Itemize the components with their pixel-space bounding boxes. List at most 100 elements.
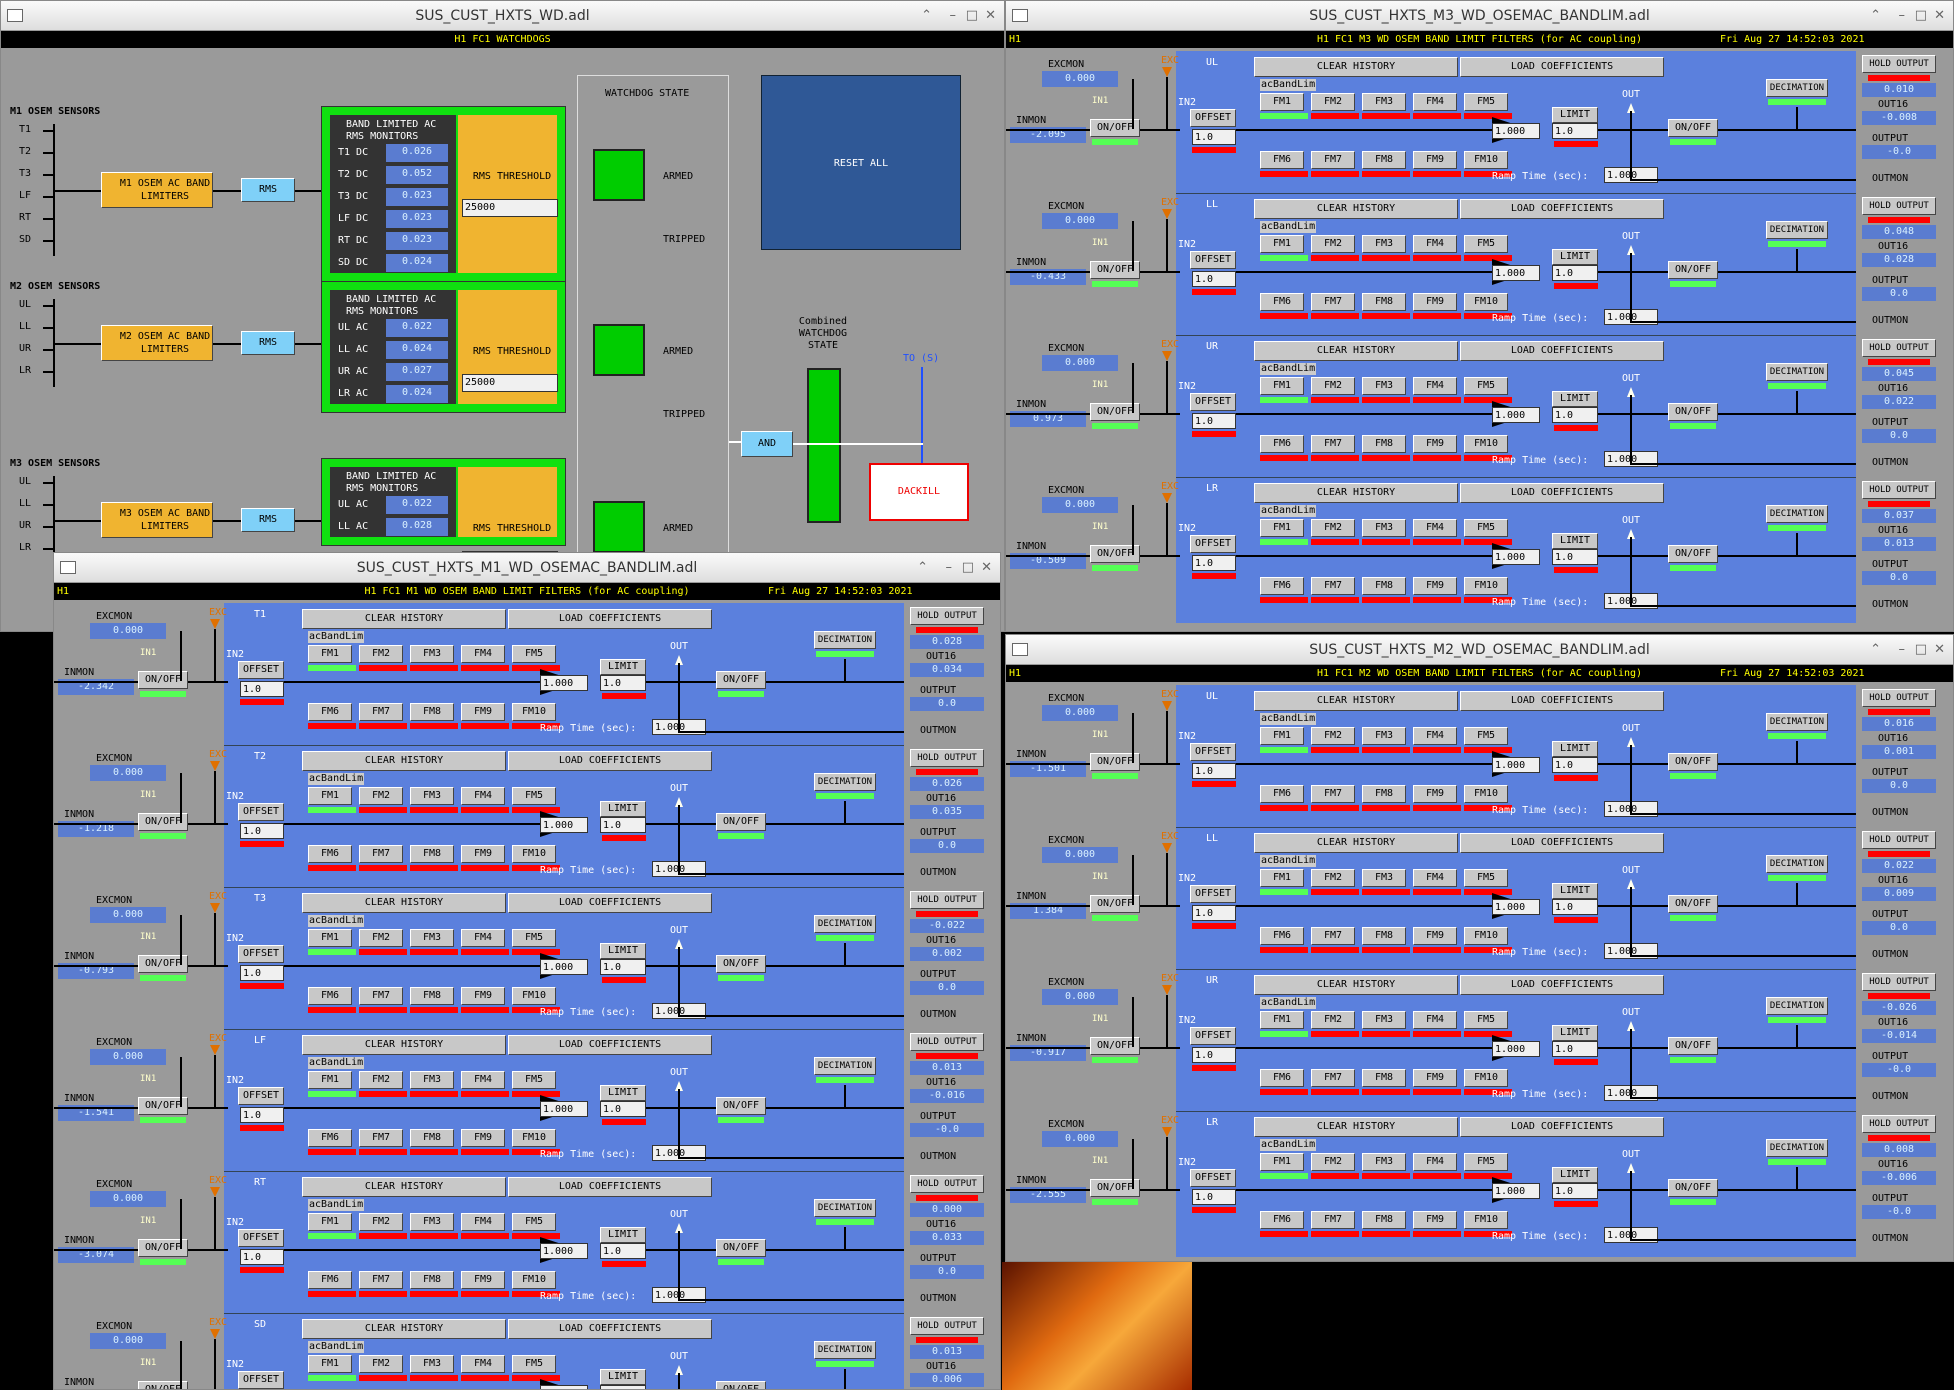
limiter-block[interactable]: M1 OSEM AC BAND LIMITERS: [101, 172, 213, 208]
limit-button[interactable]: LIMIT: [600, 1227, 646, 1243]
hold-output-button[interactable]: HOLD OUTPUT: [910, 891, 984, 909]
hold-output-button[interactable]: HOLD OUTPUT: [1862, 339, 1936, 357]
filter-fm-button[interactable]: FM1: [308, 1355, 352, 1373]
gain-input[interactable]: 1.000: [1492, 123, 1540, 139]
maximize-icon[interactable]: □: [1915, 635, 1927, 665]
load-coefficients-button[interactable]: LOAD COEFFICIENTS: [508, 893, 712, 913]
filter-fm-button[interactable]: FM6: [308, 987, 352, 1005]
load-coefficients-button[interactable]: LOAD COEFFICIENTS: [508, 1035, 712, 1055]
decimation-button[interactable]: DECIMATION: [814, 1341, 876, 1359]
filter-fm-button[interactable]: FM2: [359, 1213, 403, 1231]
filter-fm-button[interactable]: FM1: [1260, 93, 1304, 111]
filter-fm-button[interactable]: FM5: [1464, 727, 1508, 745]
limit-button[interactable]: LIMIT: [600, 943, 646, 959]
hold-output-button[interactable]: HOLD OUTPUT: [910, 607, 984, 625]
filter-fm-button[interactable]: FM8: [1362, 293, 1406, 311]
filter-fm-button[interactable]: FM3: [1362, 377, 1406, 395]
load-coefficients-button[interactable]: LOAD COEFFICIENTS: [1460, 199, 1664, 219]
limit-button[interactable]: LIMIT: [1552, 741, 1598, 757]
filter-fm-button[interactable]: FM5: [1464, 1153, 1508, 1171]
filter-fm-button[interactable]: FM8: [1362, 151, 1406, 169]
filter-fm-button[interactable]: FM5: [1464, 1011, 1508, 1029]
filter-fm-button[interactable]: FM7: [1311, 151, 1355, 169]
hold-output-button[interactable]: HOLD OUTPUT: [1862, 973, 1936, 991]
filter-fm-button[interactable]: FM10: [512, 845, 556, 863]
hold-output-button[interactable]: HOLD OUTPUT: [1862, 481, 1936, 499]
filter-fm-button[interactable]: FM1: [1260, 377, 1304, 395]
limit-button[interactable]: LIMIT: [1552, 533, 1598, 549]
filter-fm-button[interactable]: FM8: [1362, 785, 1406, 803]
limit-input[interactable]: 1.0: [600, 959, 646, 975]
decimation-button[interactable]: DECIMATION: [1766, 79, 1828, 97]
offset-button[interactable]: OFFSET: [238, 661, 284, 679]
limit-input[interactable]: 1.0: [1552, 123, 1598, 139]
filter-fm-button[interactable]: FM9: [1413, 577, 1457, 595]
gain-input[interactable]: 1.000: [1492, 1183, 1540, 1199]
gain-input[interactable]: 1.000: [540, 959, 588, 975]
filter-fm-button[interactable]: FM10: [1464, 927, 1508, 945]
output-onoff-button[interactable]: ON/OFF: [1668, 1179, 1718, 1197]
filter-fm-button[interactable]: FM5: [512, 929, 556, 947]
clear-history-button[interactable]: CLEAR HISTORY: [302, 1319, 506, 1339]
filter-fm-button[interactable]: FM1: [308, 645, 352, 663]
hold-output-button[interactable]: HOLD OUTPUT: [1862, 689, 1936, 707]
filter-fm-button[interactable]: FM3: [1362, 869, 1406, 887]
output-onoff-button[interactable]: ON/OFF: [716, 1381, 766, 1389]
filter-fm-button[interactable]: FM2: [1311, 93, 1355, 111]
window-titlebar[interactable]: SUS_CUST_HXTS_M1_WD_OSEMAC_BANDLIM.adl ⌃ –…: [54, 553, 1000, 583]
close-icon[interactable]: ✕: [1934, 1, 1945, 31]
filter-fm-button[interactable]: FM5: [1464, 869, 1508, 887]
maximize-icon[interactable]: □: [966, 1, 978, 31]
minimize-icon[interactable]: –: [1899, 1, 1906, 31]
filter-fm-button[interactable]: FM2: [1311, 377, 1355, 395]
output-onoff-button[interactable]: ON/OFF: [716, 671, 766, 689]
filter-fm-button[interactable]: FM4: [1413, 869, 1457, 887]
filter-fm-button[interactable]: FM10: [1464, 1069, 1508, 1087]
offset-input[interactable]: 1.0: [1192, 1189, 1236, 1205]
output-onoff-button[interactable]: ON/OFF: [1668, 545, 1718, 563]
clear-history-button[interactable]: CLEAR HISTORY: [1254, 975, 1458, 995]
clear-history-button[interactable]: CLEAR HISTORY: [1254, 1117, 1458, 1137]
filter-fm-button[interactable]: FM2: [1311, 869, 1355, 887]
decimation-button[interactable]: DECIMATION: [1766, 855, 1828, 873]
filter-fm-button[interactable]: FM8: [410, 1129, 454, 1147]
filter-fm-button[interactable]: FM7: [1311, 435, 1355, 453]
limit-button[interactable]: LIMIT: [600, 659, 646, 675]
gain-input[interactable]: 1.000: [540, 817, 588, 833]
offset-input[interactable]: 1.0: [1192, 271, 1236, 287]
filter-fm-button[interactable]: FM5: [512, 645, 556, 663]
filter-fm-button[interactable]: FM9: [461, 703, 505, 721]
filter-fm-button[interactable]: FM4: [461, 645, 505, 663]
filter-fm-button[interactable]: FM6: [1260, 577, 1304, 595]
offset-button[interactable]: OFFSET: [238, 945, 284, 963]
filter-fm-button[interactable]: FM6: [1260, 927, 1304, 945]
filter-fm-button[interactable]: FM10: [512, 703, 556, 721]
filter-fm-button[interactable]: FM7: [1311, 293, 1355, 311]
filter-fm-button[interactable]: FM3: [410, 645, 454, 663]
decimation-button[interactable]: DECIMATION: [1766, 1139, 1828, 1157]
filter-fm-button[interactable]: FM8: [410, 845, 454, 863]
filter-fm-button[interactable]: FM10: [512, 987, 556, 1005]
filter-fm-button[interactable]: FM8: [1362, 577, 1406, 595]
filter-fm-button[interactable]: FM7: [1311, 927, 1355, 945]
decimation-button[interactable]: DECIMATION: [814, 631, 876, 649]
offset-input[interactable]: 1.0: [240, 965, 284, 981]
offset-input[interactable]: 1.0: [240, 823, 284, 839]
shade-icon[interactable]: ⌃: [921, 1, 932, 31]
offset-button[interactable]: OFFSET: [238, 803, 284, 821]
offset-input[interactable]: 1.0: [1192, 763, 1236, 779]
close-icon[interactable]: ✕: [985, 1, 996, 31]
offset-input[interactable]: 1.0: [1192, 129, 1236, 145]
gain-input[interactable]: 1.000: [540, 1243, 588, 1259]
load-coefficients-button[interactable]: LOAD COEFFICIENTS: [508, 751, 712, 771]
filter-fm-button[interactable]: FM9: [461, 845, 505, 863]
decimation-button[interactable]: DECIMATION: [1766, 713, 1828, 731]
filter-fm-button[interactable]: FM1: [1260, 1153, 1304, 1171]
maximize-icon[interactable]: □: [962, 553, 974, 583]
threshold-input[interactable]: 25000: [462, 199, 558, 217]
filter-fm-button[interactable]: FM6: [308, 703, 352, 721]
filter-fm-button[interactable]: FM9: [1413, 151, 1457, 169]
filter-fm-button[interactable]: FM3: [1362, 1153, 1406, 1171]
load-coefficients-button[interactable]: LOAD COEFFICIENTS: [1460, 975, 1664, 995]
offset-button[interactable]: OFFSET: [1190, 109, 1236, 127]
